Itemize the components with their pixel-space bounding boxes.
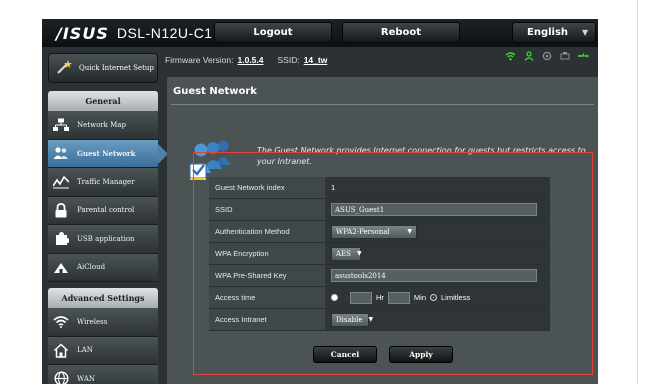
table-row: WPA Encryption AES ▼	[209, 243, 550, 265]
apply-button[interactable]: Apply	[389, 346, 453, 363]
logout-button[interactable]: Logout	[214, 22, 332, 43]
sidebar-item-usb-application[interactable]: USB application	[48, 225, 158, 254]
hours-label: Hr	[376, 293, 384, 302]
firmware-version-link[interactable]: 1.0.5.4	[238, 55, 264, 65]
guest-index-label: Guest Network index	[209, 177, 325, 198]
table-row: Guest Network index 1	[209, 177, 550, 199]
sidebar-item-lan[interactable]: LAN	[48, 336, 158, 365]
advanced-settings-heading: Advanced Settings	[48, 288, 158, 308]
sidebar-item-parental-control[interactable]: Parental control	[48, 196, 158, 225]
minutes-input[interactable]	[387, 291, 410, 304]
firmware-label: Firmware Version:	[165, 55, 234, 65]
quick-internet-setup-button[interactable]: Quick Internet Setup	[48, 53, 158, 83]
sidebar-item-label: LAN	[77, 346, 93, 355]
cancel-button[interactable]: Cancel	[313, 346, 377, 363]
language-label: English	[527, 27, 569, 38]
globe-icon	[53, 371, 69, 384]
table-row: Authentication Method WPA2-Personal ▼	[209, 221, 550, 243]
brand-name: /ISUS	[56, 23, 109, 43]
auth-method-label: Authentication Method	[209, 221, 325, 242]
general-heading: General	[48, 91, 158, 111]
sidebar-item-label: Traffic Manager	[77, 177, 135, 186]
settings-status-icon[interactable]	[542, 51, 552, 61]
sidebar-item-network-map[interactable]: Network Map	[48, 111, 158, 140]
limitless-label: Limitless	[441, 293, 471, 302]
hours-input[interactable]	[350, 291, 372, 304]
divider	[171, 104, 594, 105]
quick-setup-label: Quick Internet Setup	[79, 64, 154, 72]
access-intranet-value: Disable	[336, 315, 363, 324]
sidebar-item-wireless[interactable]: Wireless	[48, 308, 158, 337]
client-status-icon[interactable]	[524, 51, 534, 61]
cloud-icon	[53, 259, 69, 275]
sidebar-item-label: USB application	[77, 234, 135, 243]
access-time-limitless-radio[interactable]	[430, 294, 438, 301]
wpa-encryption-label: WPA Encryption	[209, 243, 325, 264]
sidebar-item-label: Wireless	[77, 317, 108, 326]
chevron-down-icon: ▼	[582, 28, 589, 37]
table-row: Access time Hr Min Limitless	[209, 287, 550, 309]
sidebar-item-label: AiCloud	[77, 263, 106, 272]
page-title: Guest Network	[173, 86, 257, 97]
auth-method-value: WPA2-Personal	[336, 227, 390, 236]
sidebar-item-traffic-manager[interactable]: Traffic Manager	[48, 168, 158, 197]
access-time-label: Access time	[209, 287, 325, 308]
top-bar: /ISUS DSL-N12U-C1 Logout Reboot English …	[42, 19, 598, 47]
form-actions: Cancel Apply	[313, 346, 453, 363]
sidebar: General Network Map Guest Network Traffi…	[48, 91, 168, 384]
language-select[interactable]: English ▼	[512, 22, 596, 43]
access-intranet-select[interactable]: Disable ▼	[331, 312, 373, 327]
sidebar-item-label: Guest Network	[77, 148, 136, 158]
traffic-manager-icon	[53, 174, 69, 190]
chevron-down-icon: ▼	[356, 250, 362, 257]
minutes-label: Min	[413, 293, 427, 302]
ssid-label: SSID:	[277, 55, 300, 65]
guest-index-value: 1	[331, 183, 336, 192]
brand-logo: /ISUS DSL-N12U-C1	[56, 23, 213, 43]
ssid-link[interactable]: 14_tw	[304, 55, 328, 65]
access-time-limited-radio[interactable]	[331, 294, 338, 301]
sidebar-item-wan[interactable]: WAN	[48, 365, 158, 384]
home-icon	[53, 342, 69, 358]
network-map-icon	[53, 117, 69, 133]
usb-status-icon[interactable]	[578, 51, 590, 61]
sidebar-item-label: Parental control	[77, 206, 135, 215]
ssid-input[interactable]: ASUS_Guest1	[331, 203, 537, 216]
wpa-psk-label: WPA Pre-Shared Key	[209, 265, 325, 286]
reboot-button[interactable]: Reboot	[342, 22, 460, 43]
lock-icon	[53, 202, 69, 218]
access-intranet-label: Access Intranet	[209, 309, 325, 330]
printer-status-icon[interactable]	[560, 51, 570, 61]
wpa-psk-input[interactable]: asustools2014	[331, 269, 537, 282]
sidebar-item-label: Network Map	[77, 120, 126, 129]
table-row: SSID ASUS_Guest1	[209, 199, 550, 221]
ssid-field-label: SSID	[209, 199, 325, 220]
guest-network-icon	[53, 145, 69, 161]
wifi-status-icon[interactable]	[505, 51, 516, 61]
table-row: WPA Pre-Shared Key asustools2014	[209, 265, 550, 287]
wifi-icon	[53, 314, 69, 330]
chevron-down-icon: ▼	[368, 316, 374, 323]
page-edge-line	[637, 0, 638, 384]
status-icons	[505, 51, 590, 61]
wpa-encryption-value: AES	[336, 249, 351, 258]
auth-method-select[interactable]: WPA2-Personal ▼	[331, 224, 417, 239]
guest-settings-table: Guest Network index 1 SSID ASUS_Guest1 A…	[209, 177, 550, 331]
chevron-down-icon: ▼	[407, 228, 412, 235]
sidebar-item-label: WAN	[77, 374, 96, 383]
sidebar-item-aicloud[interactable]: AiCloud	[48, 253, 158, 282]
model-name: DSL-N12U-C1	[116, 25, 213, 41]
puzzle-icon	[53, 231, 69, 247]
sidebar-item-guest-network[interactable]: Guest Network	[48, 139, 168, 168]
wpa-encryption-select[interactable]: AES ▼	[331, 246, 362, 261]
wand-icon	[55, 58, 73, 78]
guest-network-description: The Guest Network provides Internet conn…	[257, 146, 586, 166]
table-row: Access Intranet Disable ▼	[209, 309, 550, 331]
